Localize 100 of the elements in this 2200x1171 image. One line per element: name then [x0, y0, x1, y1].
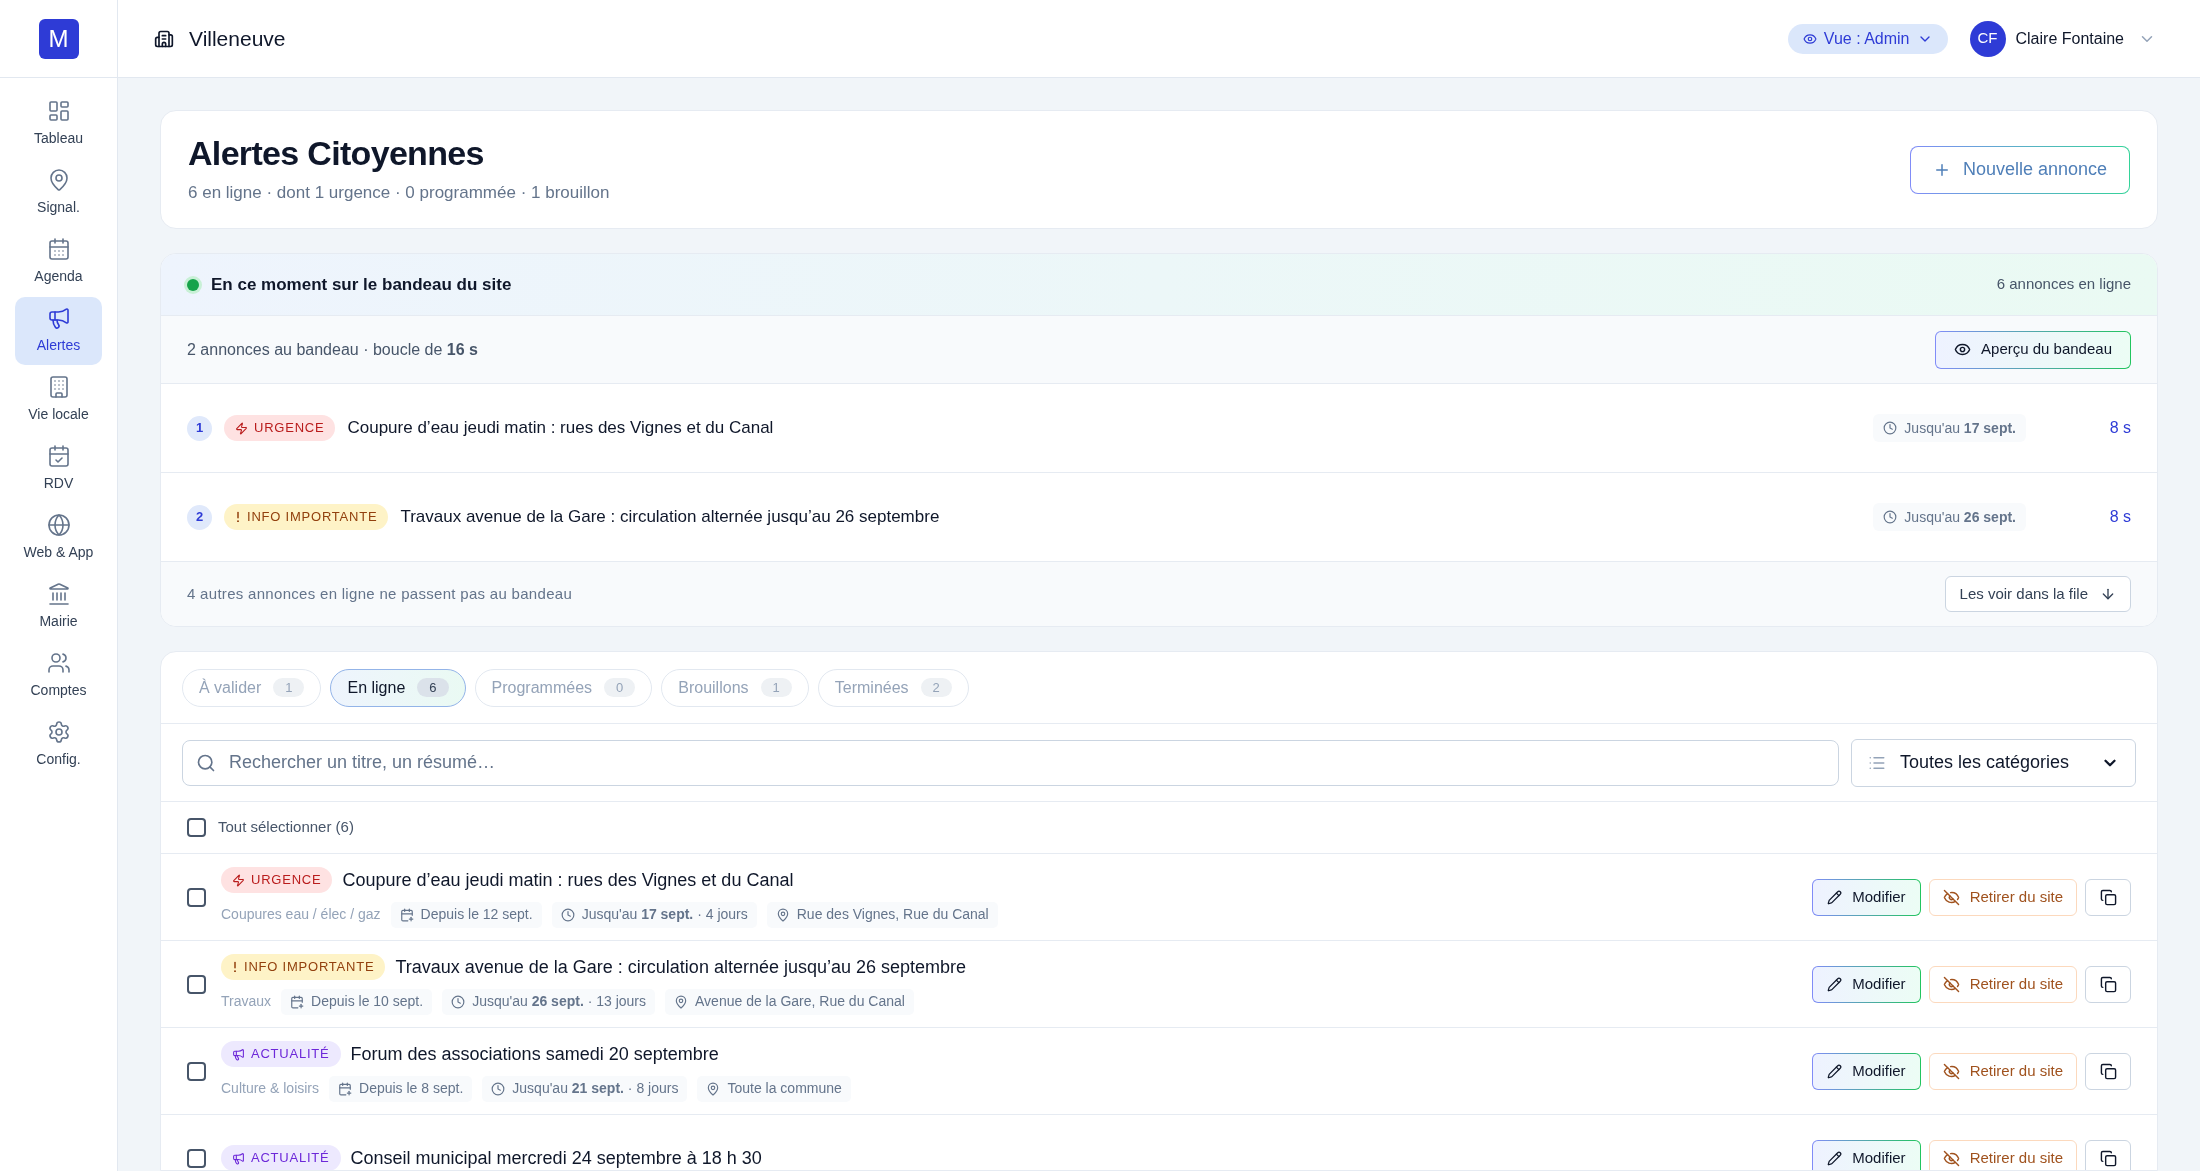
copy-icon — [2099, 1062, 2117, 1080]
exclamation-icon — [235, 511, 241, 523]
remove-from-site-button[interactable]: Retirer du site — [1928, 1139, 2077, 1170]
start-date-chip: Depuis le 12 sept. — [390, 901, 542, 928]
user-name[interactable]: Claire Fontaine — [2015, 26, 2124, 51]
duplicate-button[interactable] — [2085, 1139, 2131, 1170]
position-number: 2 — [187, 504, 212, 530]
category-label: Coupures eau / élec / gaz — [221, 905, 381, 924]
megaphone-icon — [232, 1047, 245, 1061]
calendar-icon — [46, 237, 71, 261]
display-duration: 8 s — [2108, 418, 2131, 438]
megaphone-icon — [46, 306, 71, 330]
category-badge: INFO IMPORTANTE — [224, 504, 389, 530]
lightning-icon — [232, 873, 245, 887]
see-in-queue-button[interactable]: Les voir dans la file — [1944, 576, 2131, 612]
checkbox[interactable] — [187, 974, 206, 994]
page-title: Alertes Citoyennes — [188, 133, 485, 175]
category-select[interactable]: Toutes les catégories — [1851, 738, 2136, 787]
sidebar-item[interactable]: Comptes — [15, 642, 102, 710]
count-badge: 0 — [604, 678, 636, 697]
announcement-title[interactable]: Forum des associations samedi 20 septembre — [350, 1040, 719, 1068]
edit-button[interactable]: Modifier — [1812, 878, 1921, 916]
sidebar-item[interactable]: RDV — [15, 435, 102, 503]
app-logo[interactable]: M — [38, 18, 79, 59]
clock-icon — [1883, 510, 1898, 524]
user-avatar[interactable]: CF — [1969, 20, 2006, 57]
eye-off-icon — [1942, 975, 1960, 993]
announcement-title[interactable]: Coupure d’eau jeudi matin : rues des Vignes et du Canal — [342, 866, 794, 894]
building-icon — [154, 28, 174, 49]
sidebar-item[interactable]: Config. — [15, 711, 102, 779]
end-date: Jusqu'au 26 sept. — [1904, 507, 2016, 527]
sidebar-item[interactable]: Alertes — [15, 297, 102, 365]
duplicate-button[interactable] — [2085, 965, 2131, 1003]
banner-preview-button[interactable]: Aperçu du bandeau — [1935, 330, 2131, 369]
category-badge: URGENCE — [224, 415, 336, 441]
category-label: Culture & loisirs — [221, 1079, 320, 1098]
position-number: 1 — [187, 415, 212, 441]
sidebar-item[interactable]: Tableau — [15, 90, 102, 158]
end-date: Jusqu'au 17 sept. · 4 jours — [581, 905, 748, 924]
users-icon — [46, 651, 71, 675]
calendar-plus-icon — [290, 994, 305, 1009]
online-count: 6 annonces en ligne — [1996, 274, 2131, 295]
status-tab[interactable]: En ligne 6 — [330, 668, 466, 707]
duplicate-button[interactable] — [2085, 878, 2131, 916]
remove-from-site-button[interactable]: Retirer du site — [1928, 878, 2077, 916]
checkbox[interactable] — [187, 818, 206, 837]
settings-icon — [46, 720, 71, 744]
clock-icon — [560, 907, 575, 922]
category-badge: ACTUALITÉ — [221, 1145, 341, 1170]
count-badge: 1 — [760, 678, 792, 697]
dashboard-icon — [46, 99, 71, 123]
edit-button[interactable]: Modifier — [1812, 1052, 1921, 1090]
checkbox[interactable] — [187, 1061, 206, 1081]
select-all-label: Tout sélectionner (6) — [218, 817, 354, 838]
remove-from-site-button[interactable]: Retirer du site — [1928, 1052, 2077, 1090]
sidebar-item[interactable]: Mairie — [15, 573, 102, 641]
banner-title: En ce moment sur le bandeau du site — [211, 273, 512, 296]
edit-button[interactable]: Modifier — [1812, 1139, 1921, 1170]
eye-off-icon — [1942, 1149, 1960, 1167]
announcement-title[interactable]: Travaux avenue de la Gare : circulation alternée jusqu’au 26 septembre — [395, 953, 967, 981]
end-date: Jusqu'au 21 sept. · 8 jours — [512, 1079, 679, 1098]
checkbox[interactable] — [187, 887, 206, 907]
search-icon — [196, 752, 216, 773]
eye-off-icon — [1942, 888, 1960, 906]
sidebar-item[interactable]: Vie locale — [15, 366, 102, 434]
eye-icon — [1954, 341, 1972, 358]
category-badge: ACTUALITÉ — [221, 1041, 341, 1067]
start-date-chip: Depuis le 8 sept. — [329, 1075, 473, 1102]
duplicate-button[interactable] — [2085, 1052, 2131, 1090]
announcement-title[interactable]: Conseil municipal mercredi 24 septembre à 18 h 30 — [350, 1144, 762, 1170]
map-pin-icon — [706, 1081, 721, 1096]
calendar-check-icon — [46, 444, 71, 468]
calendar-plus-icon — [399, 907, 414, 922]
start-date-chip: Depuis le 10 sept. — [281, 988, 433, 1015]
banner-summary: 2 annonces au bandeau · boucle de 16 s — [187, 339, 478, 360]
megaphone-icon — [232, 1151, 245, 1165]
checkbox[interactable] — [187, 1148, 206, 1168]
sidebar-item[interactable]: Web & App — [15, 504, 102, 572]
pencil-icon — [1827, 976, 1843, 992]
announcement-title: Coupure d’eau jeudi matin : rues des Vignes et du Canal — [347, 417, 774, 440]
remove-from-site-button[interactable]: Retirer du site — [1928, 965, 2077, 1003]
map-pin-icon — [674, 994, 689, 1009]
category-badge: URGENCE — [221, 867, 333, 893]
edit-button[interactable]: Modifier — [1812, 965, 1921, 1003]
commune-name: Villeneuve — [189, 25, 286, 52]
landmark-icon — [46, 582, 71, 606]
count-badge: 6 — [417, 678, 449, 697]
sidebar-item[interactable]: Agenda — [15, 228, 102, 296]
sidebar-item[interactable]: Signal. — [15, 159, 102, 227]
announcement-title: Travaux avenue de la Gare : circulation alternée jusqu’au 26 septembre — [400, 506, 940, 529]
search-field[interactable]: Rechercher un titre, un résumé… — [182, 739, 1839, 786]
new-announcement-button[interactable]: Nouvelle annonce — [1909, 145, 2130, 194]
location-chip: Avenue de la Gare, Rue du Canal — [665, 988, 914, 1015]
end-date: Jusqu'au 17 sept. — [1904, 418, 2016, 438]
calendar-plus-icon — [338, 1081, 353, 1096]
location-chip: Rue des Vignes, Rue du Canal — [766, 901, 998, 928]
count-badge: 1 — [273, 678, 305, 697]
clock-icon — [451, 994, 466, 1009]
view-selector[interactable]: Vue : Admin — [1787, 23, 1948, 54]
clock-icon — [1883, 421, 1898, 435]
